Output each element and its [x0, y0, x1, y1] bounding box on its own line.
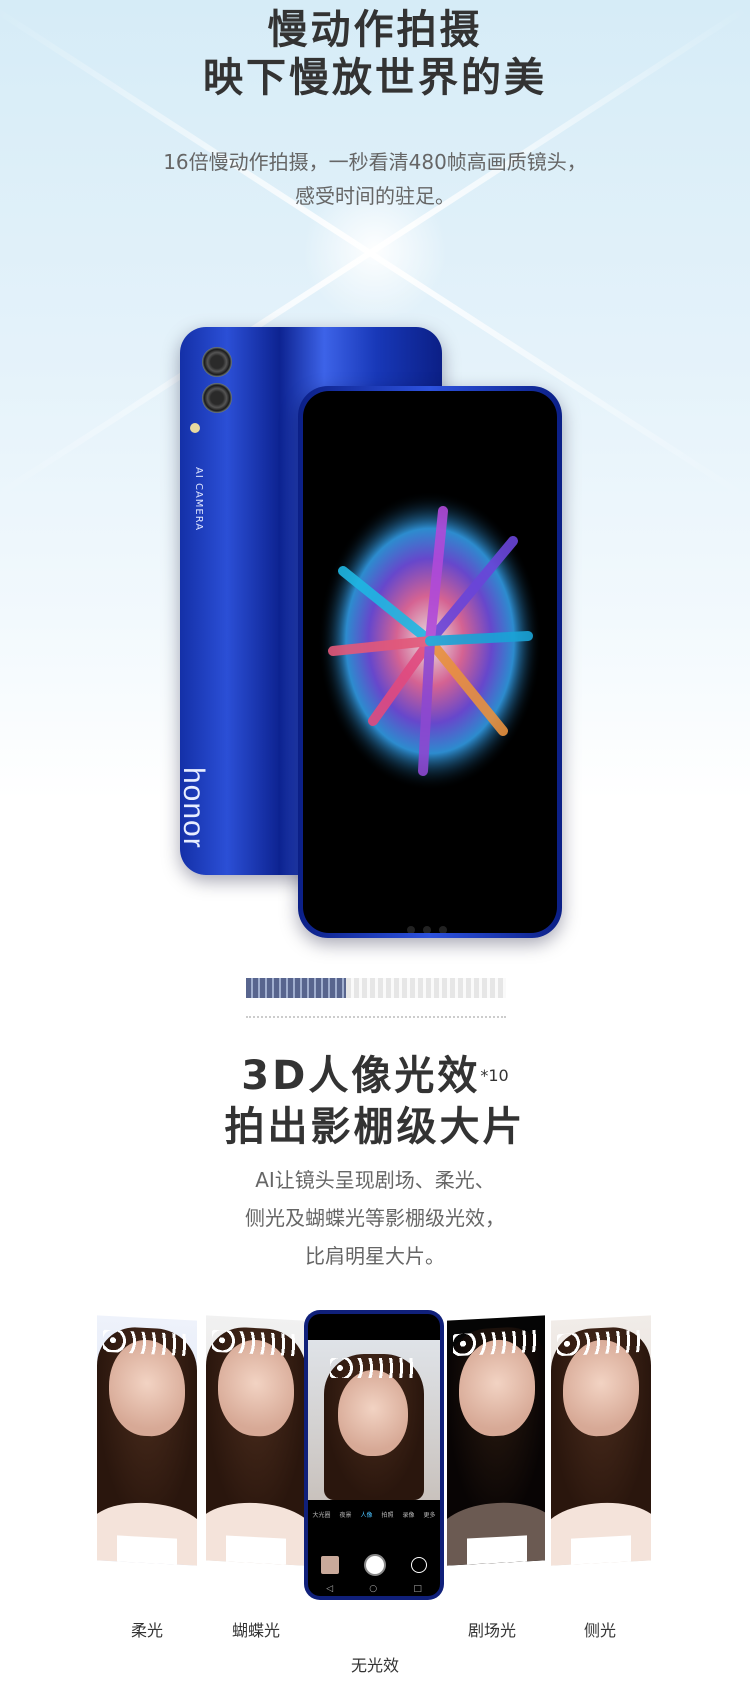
- slow-motion-title: 慢动作拍摄: [267, 7, 483, 53]
- slow-motion-subtitle: 映下慢放世界的美: [203, 55, 547, 101]
- switch-camera-icon[interactable]: [411, 1557, 428, 1573]
- phone-screen: [303, 391, 557, 933]
- recents-icon[interactable]: □: [413, 1584, 422, 1594]
- nav-bar: ◁ ○ □: [308, 1584, 440, 1594]
- mode-portrait[interactable]: 人像: [360, 1510, 372, 1519]
- portrait-lighting-title: 3D人像光效*10: [0, 1052, 750, 1100]
- back-icon[interactable]: ◁: [326, 1584, 333, 1594]
- camera-module: [202, 347, 232, 415]
- label-butterfly-light: 蝴蝶光: [231, 1621, 280, 1640]
- color-burst-wallpaper: [318, 491, 542, 791]
- camera-preview: [308, 1340, 440, 1500]
- portrait-desc-line1: AI让镜头呈现剧场、柔光、: [255, 1168, 495, 1192]
- theater-light-sample: [447, 1315, 545, 1566]
- strip-played: [246, 978, 346, 998]
- label-soft-light: 柔光: [130, 1621, 163, 1640]
- mode-aperture[interactable]: 大光圈: [312, 1510, 330, 1519]
- label-side-light: 侧光: [583, 1621, 616, 1640]
- slow-motion-desc-line1: 16倍慢动作拍摄，一秒看清480帧高画质镜头，: [163, 150, 587, 174]
- shutter-button[interactable]: [363, 1554, 386, 1576]
- mode-more[interactable]: 更多: [423, 1510, 435, 1519]
- slow-motion-frame-strip: [246, 974, 506, 1004]
- home-icon[interactable]: ○: [369, 1584, 377, 1594]
- camera-controls: [308, 1550, 440, 1580]
- butterfly-light-sample: [206, 1315, 304, 1566]
- ai-camera-label: AI CAMERA: [193, 467, 204, 532]
- portrait-lighting-title-text: 3D人像光效: [241, 1053, 481, 1099]
- camera-app-phone: 大光圈 夜景 人像 拍照 录像 更多 ◁ ○ □: [304, 1310, 444, 1600]
- divider: [246, 1016, 506, 1018]
- front-camera-icon: [403, 919, 463, 933]
- phone-front-image: [298, 386, 562, 938]
- footnote-marker: *10: [480, 1066, 509, 1085]
- portrait-desc-line3: 比肩明星大片。: [305, 1244, 445, 1268]
- camera-lens-icon: [202, 383, 232, 413]
- camera-app-screen: 大光圈 夜景 人像 拍照 录像 更多 ◁ ○ □: [308, 1314, 440, 1596]
- portrait-desc-line2: 侧光及蝴蝶光等影棚级光效，: [245, 1206, 505, 1230]
- label-theater-light: 剧场光: [467, 1621, 516, 1640]
- flash-icon: [190, 423, 200, 433]
- product-page: 慢动作拍摄 映下慢放世界的美 16倍慢动作拍摄，一秒看清480帧高画质镜头， 感…: [0, 0, 750, 1688]
- camera-lens-icon: [202, 347, 232, 377]
- label-no-effect: 无光效: [350, 1656, 399, 1675]
- side-light-sample: [551, 1315, 651, 1566]
- soft-light-sample: [97, 1315, 197, 1566]
- brand-logo: honor: [177, 767, 210, 849]
- gallery-thumbnail[interactable]: [320, 1556, 339, 1574]
- strip-remaining: [346, 978, 506, 998]
- mode-night[interactable]: 夜景: [339, 1510, 351, 1519]
- slow-motion-desc-line2: 感受时间的驻足。: [295, 184, 455, 208]
- portrait-lighting-subtitle: 拍出影棚级大片: [224, 1104, 526, 1150]
- mode-photo[interactable]: 拍照: [381, 1510, 393, 1519]
- camera-mode-bar: 大光圈 夜景 人像 拍照 录像 更多: [308, 1510, 440, 1519]
- mode-video[interactable]: 录像: [402, 1510, 414, 1519]
